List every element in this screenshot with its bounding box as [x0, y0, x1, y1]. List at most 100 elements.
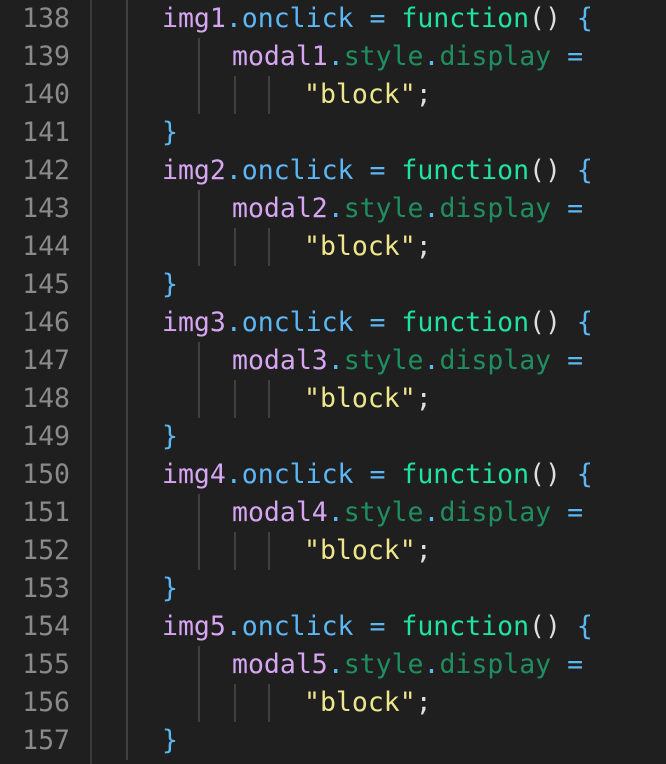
- property: onclick: [241, 611, 354, 642]
- code-line[interactable]: 142 img2.onclick = function() {: [0, 152, 666, 190]
- indent-guide: [234, 532, 236, 570]
- code-line[interactable]: 147 modal3.style.display =: [0, 342, 666, 380]
- code-line[interactable]: 155 modal5.style.display =: [0, 646, 666, 684]
- code-text: modal1.style.display =: [232, 38, 583, 76]
- code-line[interactable]: 148 "block";: [0, 380, 666, 418]
- dot: .: [327, 193, 344, 224]
- string-literal: "block": [304, 383, 416, 414]
- indent-guide: [126, 38, 128, 76]
- indent-guide: [126, 532, 128, 570]
- code-text: img4.onclick = function() {: [162, 459, 593, 490]
- line-number: 157: [22, 725, 70, 756]
- code-line[interactable]: 141}: [0, 114, 666, 152]
- operator: =: [567, 649, 584, 680]
- code-line[interactable]: 149}: [0, 418, 666, 456]
- string-literal: "block": [304, 79, 416, 110]
- dot: .: [423, 345, 440, 376]
- property: style: [343, 193, 424, 224]
- code-text: }: [162, 266, 178, 304]
- property: style: [343, 345, 424, 376]
- property: display: [439, 345, 552, 376]
- code-editor[interactable]: 138 img1.onclick = function() {139 modal1.…: [0, 0, 666, 764]
- code-line[interactable]: 157}: [0, 722, 666, 760]
- operator: =: [369, 155, 386, 186]
- indent-guide: [126, 114, 128, 152]
- line-number: 145: [22, 269, 70, 300]
- parens: (): [529, 3, 561, 34]
- indent-guide: [198, 228, 200, 266]
- code-text: img3.onclick = function() {: [162, 307, 593, 338]
- code-line[interactable]: 140 "block";: [0, 76, 666, 114]
- code-text: "block";: [304, 228, 432, 266]
- dot: .: [327, 497, 344, 528]
- code-line[interactable]: 156 "block";: [0, 684, 666, 722]
- code-line[interactable]: 151 modal4.style.display =: [0, 494, 666, 532]
- operator: =: [369, 611, 386, 642]
- code-line[interactable]: 152 "block";: [0, 532, 666, 570]
- code-text: }: [162, 722, 178, 760]
- indent-guide: [126, 722, 128, 760]
- operator: =: [567, 345, 584, 376]
- indent-guide: [198, 38, 200, 76]
- line-number: 154: [22, 611, 70, 642]
- code-line[interactable]: 139 modal1.style.display =: [0, 38, 666, 76]
- code-line[interactable]: 145}: [0, 266, 666, 304]
- dot: .: [327, 345, 344, 376]
- indent-guide: [198, 380, 200, 418]
- property: onclick: [241, 307, 354, 338]
- identifier: img3: [162, 307, 226, 338]
- property: display: [439, 193, 552, 224]
- property: style: [343, 41, 424, 72]
- line-number: 141: [22, 117, 70, 148]
- parens: (): [529, 611, 561, 642]
- string-literal: "block": [304, 231, 416, 262]
- indent-guide: [126, 76, 128, 114]
- line-number: 144: [22, 231, 70, 262]
- brace: {: [576, 307, 593, 338]
- code-line[interactable]: 138 img1.onclick = function() {: [0, 0, 666, 38]
- property: onclick: [241, 3, 354, 34]
- line-number: 151: [22, 497, 70, 528]
- semicolon: ;: [415, 383, 432, 414]
- indent-guide: [198, 76, 200, 114]
- indent-guide: [268, 684, 270, 722]
- brace: }: [162, 421, 178, 452]
- code-line[interactable]: 144 "block";: [0, 228, 666, 266]
- identifier: modal5: [232, 649, 328, 680]
- property: style: [343, 497, 424, 528]
- code-text: }: [162, 114, 178, 152]
- brace: }: [162, 269, 178, 300]
- indent-guide: [126, 190, 128, 228]
- code-line[interactable]: 154 img5.onclick = function() {: [0, 608, 666, 646]
- identifier: modal1: [232, 41, 328, 72]
- line-number: 153: [22, 573, 70, 604]
- dot: .: [327, 41, 344, 72]
- dot: .: [423, 193, 440, 224]
- line-number: 150: [22, 459, 70, 490]
- dot: .: [327, 649, 344, 680]
- identifier: img5: [162, 611, 226, 642]
- code-text: modal5.style.display =: [232, 646, 583, 684]
- code-line[interactable]: 150 img4.onclick = function() {: [0, 456, 666, 494]
- code-text: modal3.style.display =: [232, 342, 583, 380]
- line-number: 140: [22, 79, 70, 110]
- dot: .: [423, 41, 440, 72]
- code-text: }: [162, 418, 178, 456]
- code-text: modal4.style.display =: [232, 494, 583, 532]
- indent-guide: [198, 494, 200, 532]
- indent-guide: [126, 494, 128, 532]
- operator: =: [567, 41, 584, 72]
- indent-guide: [234, 228, 236, 266]
- parens: (): [529, 459, 561, 490]
- property: display: [439, 41, 552, 72]
- semicolon: ;: [415, 231, 432, 262]
- code-line[interactable]: 153}: [0, 570, 666, 608]
- code-text: "block";: [304, 380, 432, 418]
- indent-guide: [126, 266, 128, 304]
- indent-guide: [234, 684, 236, 722]
- code-line[interactable]: 143 modal2.style.display =: [0, 190, 666, 228]
- identifier: img4: [162, 459, 226, 490]
- string-literal: "block": [304, 535, 416, 566]
- line-number: 156: [22, 687, 70, 718]
- code-line[interactable]: 146 img3.onclick = function() {: [0, 304, 666, 342]
